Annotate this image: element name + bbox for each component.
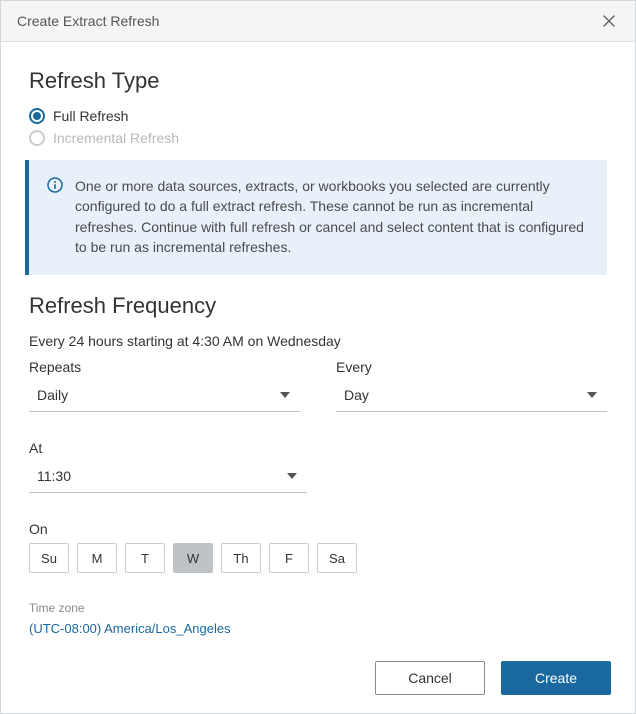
chevron-down-icon [280,392,290,398]
every-value: Day [344,387,369,403]
day-button[interactable]: W [173,543,213,573]
every-label: Every [336,359,607,375]
info-banner: One or more data sources, extracts, or w… [25,160,607,275]
dialog-title: Create Extract Refresh [17,13,159,29]
radio-incremental-refresh: Incremental Refresh [29,130,607,146]
at-label: At [29,440,307,456]
on-label: On [29,521,607,537]
every-select[interactable]: Day [336,381,607,412]
create-button[interactable]: Create [501,661,611,695]
repeats-value: Daily [37,387,68,403]
info-icon [47,177,63,257]
dialog-content: Refresh Type Full Refresh Incremental Re… [1,42,635,647]
close-icon[interactable] [599,11,619,31]
titlebar: Create Extract Refresh [1,1,635,42]
info-text: One or more data sources, extracts, or w… [75,176,589,257]
refresh-type-heading: Refresh Type [29,68,607,94]
dialog: Create Extract Refresh Refresh Type Full… [0,0,636,714]
dialog-footer: Cancel Create [1,647,635,713]
radio-icon [29,130,45,146]
day-button[interactable]: Sa [317,543,357,573]
repeats-label: Repeats [29,359,300,375]
radio-full-refresh[interactable]: Full Refresh [29,108,607,124]
radio-icon [29,108,45,124]
at-value: 11:30 [37,468,71,484]
at-select[interactable]: 11:30 [29,462,307,493]
day-button[interactable]: Th [221,543,261,573]
chevron-down-icon [587,392,597,398]
cancel-button[interactable]: Cancel [375,661,485,695]
frequency-summary: Every 24 hours starting at 4:30 AM on We… [29,333,607,349]
radio-label: Full Refresh [53,108,128,124]
day-button[interactable]: T [125,543,165,573]
day-button[interactable]: Su [29,543,69,573]
day-picker: Su MTW Th F Sa [29,543,607,573]
timezone-label: Time zone [29,601,607,615]
repeats-select[interactable]: Daily [29,381,300,412]
refresh-frequency-heading: Refresh Frequency [29,293,607,319]
chevron-down-icon [287,473,297,479]
day-button[interactable]: M [77,543,117,573]
day-button[interactable]: F [269,543,309,573]
timezone-link[interactable]: (UTC-08:00) America/Los_Angeles [29,621,607,636]
radio-label: Incremental Refresh [53,130,179,146]
